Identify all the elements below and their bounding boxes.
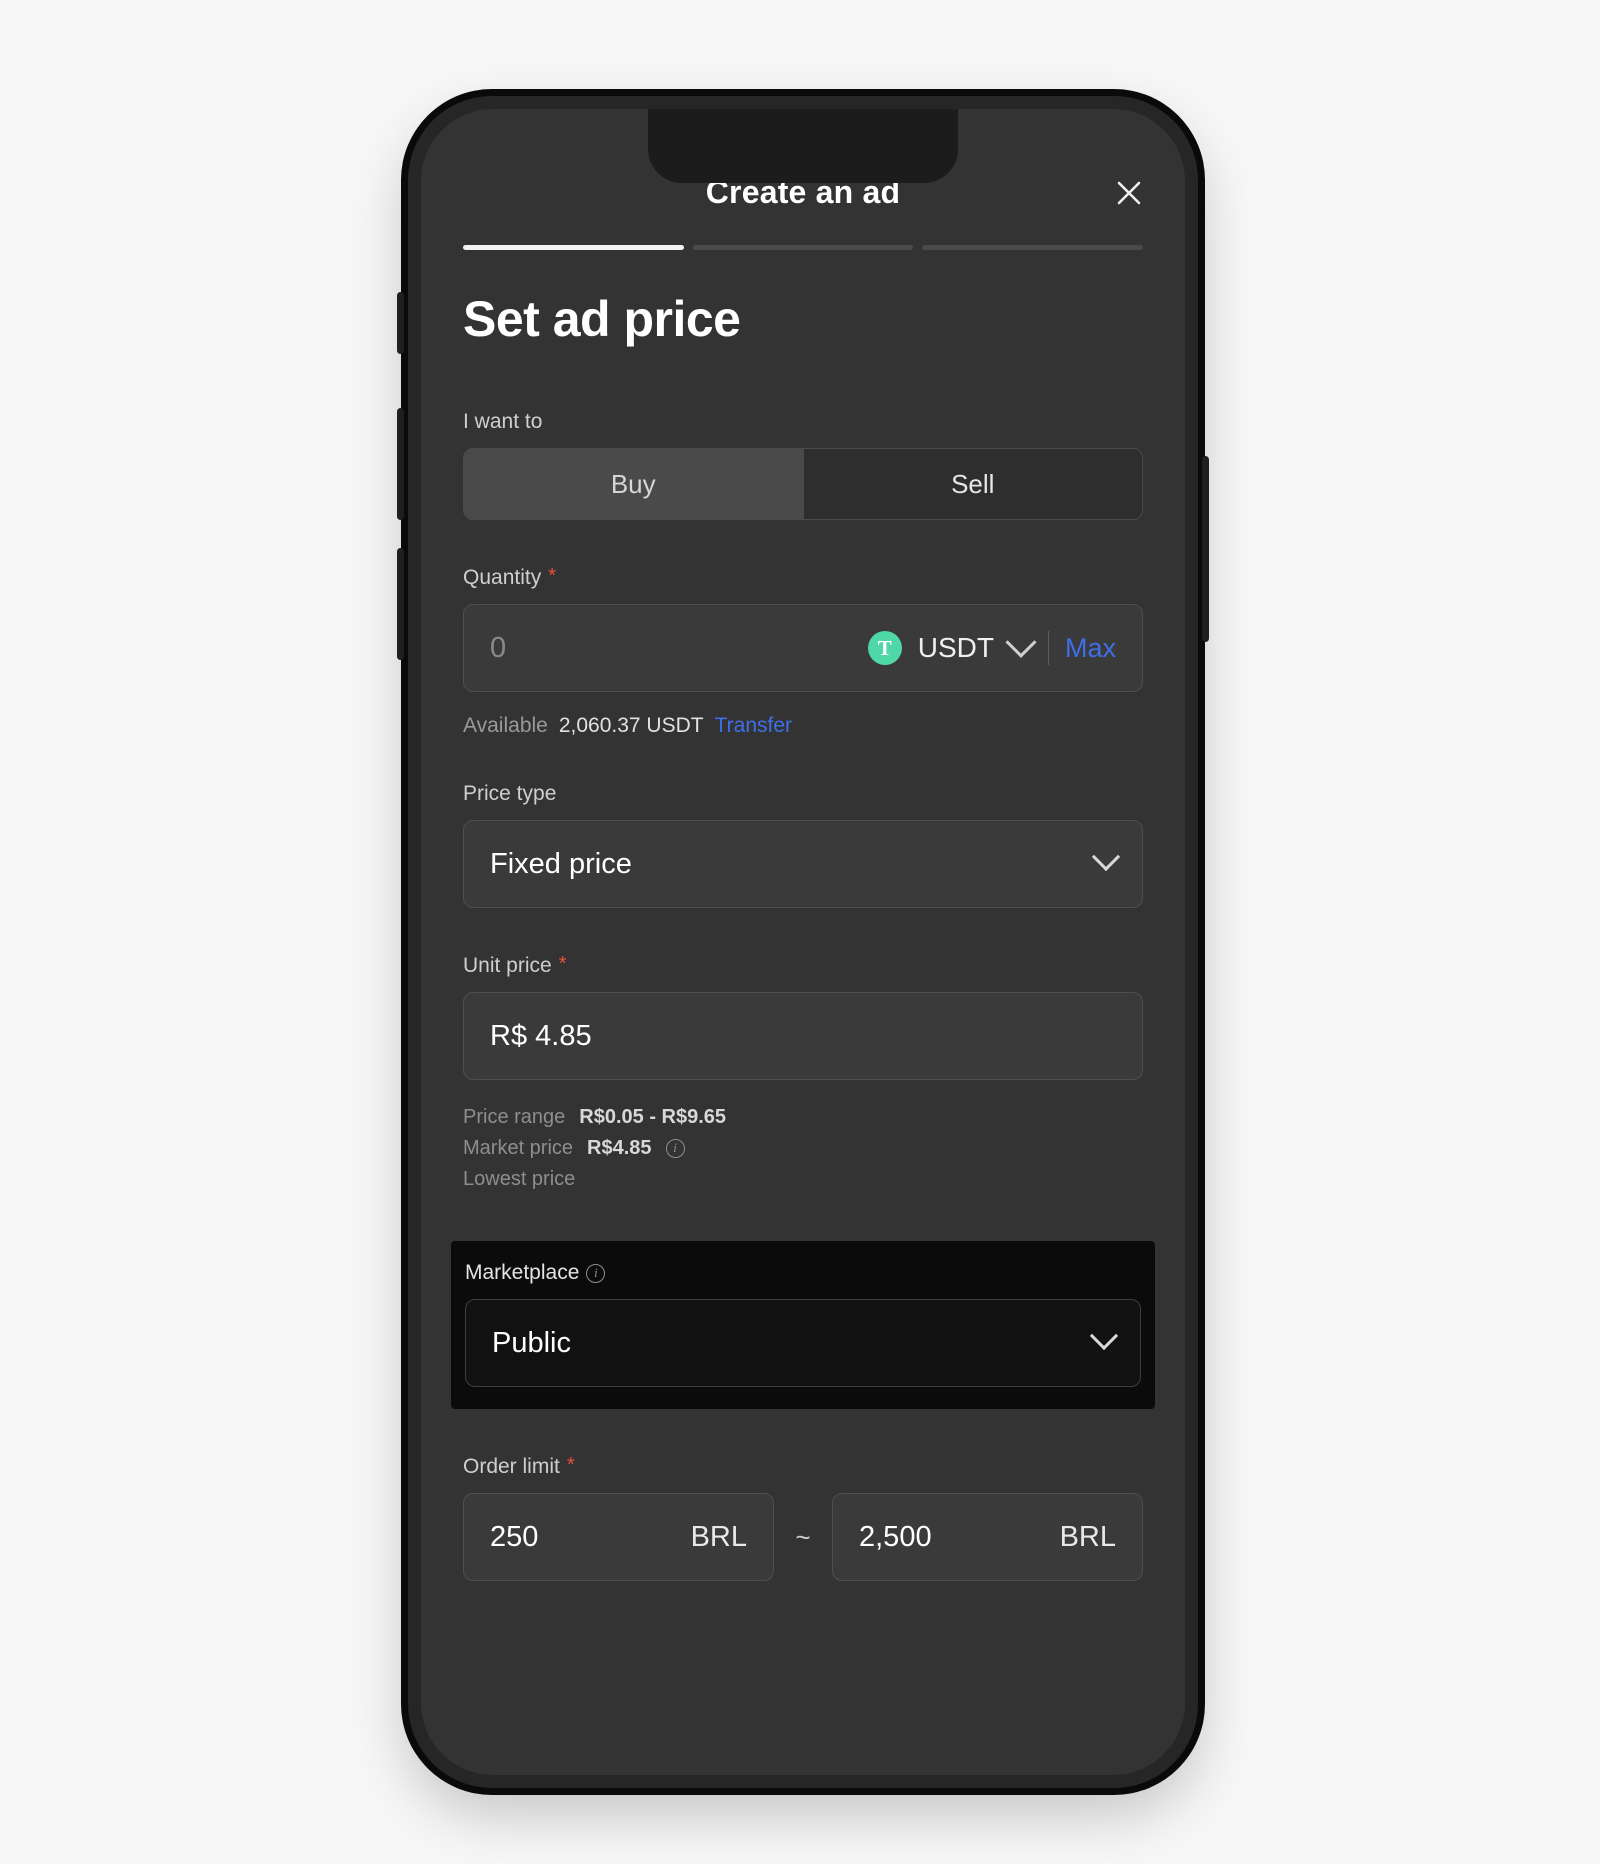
price-type-label: Price type: [463, 782, 1143, 806]
required-asterisk: *: [566, 1454, 575, 1476]
quantity-input-tail: T USDT Max: [867, 626, 1116, 665]
unit-price-label-text: Unit price: [463, 954, 552, 977]
order-limit-min-currency: BRL: [690, 1520, 747, 1553]
lowest-price-row: Lowest price: [463, 1164, 1143, 1195]
market-price-label: Market price: [463, 1137, 574, 1159]
market-price-row: Market price R$4.85 i: [463, 1133, 1143, 1164]
phone-device-frame: Create an ad Set ad price I want to Buy …: [397, 96, 1209, 1788]
create-ad-app: Create an ad Set ad price I want to Buy …: [421, 109, 1185, 1775]
i-want-to-label: I want to: [463, 410, 1143, 434]
marketplace-label-text: Marketplace: [465, 1261, 580, 1284]
price-range-row: Price range R$0.05 - R$9.65: [463, 1102, 1143, 1133]
marketplace-value: Public: [492, 1326, 571, 1359]
info-icon[interactable]: i: [586, 1263, 606, 1283]
order-limit-row: 250 BRL ~ 2,500 BRL: [463, 1493, 1143, 1581]
quantity-label: Quantity *: [463, 566, 1143, 590]
quantity-label-text: Quantity: [463, 566, 542, 589]
step-progress-bar: [421, 227, 1185, 250]
device-notch: [648, 109, 958, 183]
volume-down-button[interactable]: [397, 548, 404, 660]
chevron-down-icon: [1089, 1321, 1119, 1351]
order-limit-max-input[interactable]: 2,500: [859, 1521, 932, 1554]
marketplace-select[interactable]: Public: [465, 1299, 1141, 1387]
power-button[interactable]: [1202, 456, 1209, 642]
order-limit-separator: ~: [795, 1521, 811, 1552]
lowest-price-label: Lowest price: [463, 1168, 576, 1190]
transfer-link[interactable]: Transfer: [715, 714, 792, 738]
order-limit-section: Order limit * 250 BRL ~ 2,500 BRL: [463, 1455, 1143, 1581]
buy-option[interactable]: Buy: [464, 449, 803, 519]
unit-price-label: Unit price *: [463, 954, 1143, 978]
chevron-down-icon[interactable]: [1005, 626, 1037, 658]
step-indicator-3: [922, 245, 1144, 250]
marketplace-section: Marketplace i Public: [451, 1241, 1155, 1409]
currency-selector-label[interactable]: USDT: [918, 632, 994, 664]
order-limit-max-currency: BRL: [1059, 1520, 1116, 1553]
market-price-value: R$4.85: [587, 1137, 652, 1159]
i-want-to-text: I want to: [463, 410, 543, 433]
price-type-select[interactable]: Fixed price: [463, 820, 1143, 908]
screenshot-canvas: Create an ad Set ad price I want to Buy …: [0, 0, 1600, 1864]
form-body: Set ad price I want to Buy Sell Quantity…: [421, 250, 1185, 1581]
usdt-coin-icon: T: [867, 631, 902, 665]
volume-up-button[interactable]: [397, 408, 404, 520]
unit-price-input-wrapper[interactable]: R$ 4.85: [463, 992, 1143, 1080]
close-icon[interactable]: [1107, 171, 1151, 215]
divider: [1047, 631, 1049, 665]
available-label: Available: [463, 714, 548, 737]
page-title: Set ad price: [463, 291, 741, 347]
order-limit-min-input[interactable]: 250: [490, 1521, 538, 1554]
order-limit-label-text: Order limit: [463, 1455, 560, 1478]
step-indicator-1: [463, 245, 684, 250]
step-indicator-2: [692, 245, 914, 250]
info-icon[interactable]: i: [665, 1139, 685, 1158]
available-balance-row: Available 2,060.37 USDT Transfer: [463, 714, 1143, 738]
price-type-label-text: Price type: [463, 782, 557, 805]
buy-sell-segmented-control[interactable]: Buy Sell: [463, 448, 1143, 520]
price-type-value: Fixed price: [490, 847, 632, 880]
order-limit-label: Order limit *: [463, 1455, 1143, 1479]
silent-switch-button[interactable]: [397, 292, 404, 354]
price-range-value: R$0.05 - R$9.65: [579, 1106, 727, 1128]
order-limit-min-wrapper[interactable]: 250 BRL: [463, 1493, 774, 1581]
price-range-label: Price range: [463, 1106, 566, 1128]
order-limit-max-wrapper[interactable]: 2,500 BRL: [832, 1493, 1143, 1581]
phone-screen: Create an ad Set ad price I want to Buy …: [421, 109, 1185, 1775]
unit-price-input[interactable]: R$ 4.85: [490, 1020, 1116, 1053]
quantity-input-wrapper[interactable]: 0 T USDT Max: [463, 604, 1143, 692]
chevron-down-icon: [1091, 842, 1121, 872]
price-meta-block: Price range R$0.05 - R$9.65 Market price…: [463, 1102, 1143, 1195]
required-asterisk: *: [558, 953, 567, 975]
required-asterisk: *: [548, 565, 557, 587]
quantity-input[interactable]: 0: [490, 632, 868, 665]
marketplace-label: Marketplace i: [465, 1261, 1141, 1285]
max-button[interactable]: Max: [1065, 633, 1116, 664]
available-amount: 2,060.37 USDT: [558, 714, 704, 737]
sell-option[interactable]: Sell: [802, 449, 1142, 519]
